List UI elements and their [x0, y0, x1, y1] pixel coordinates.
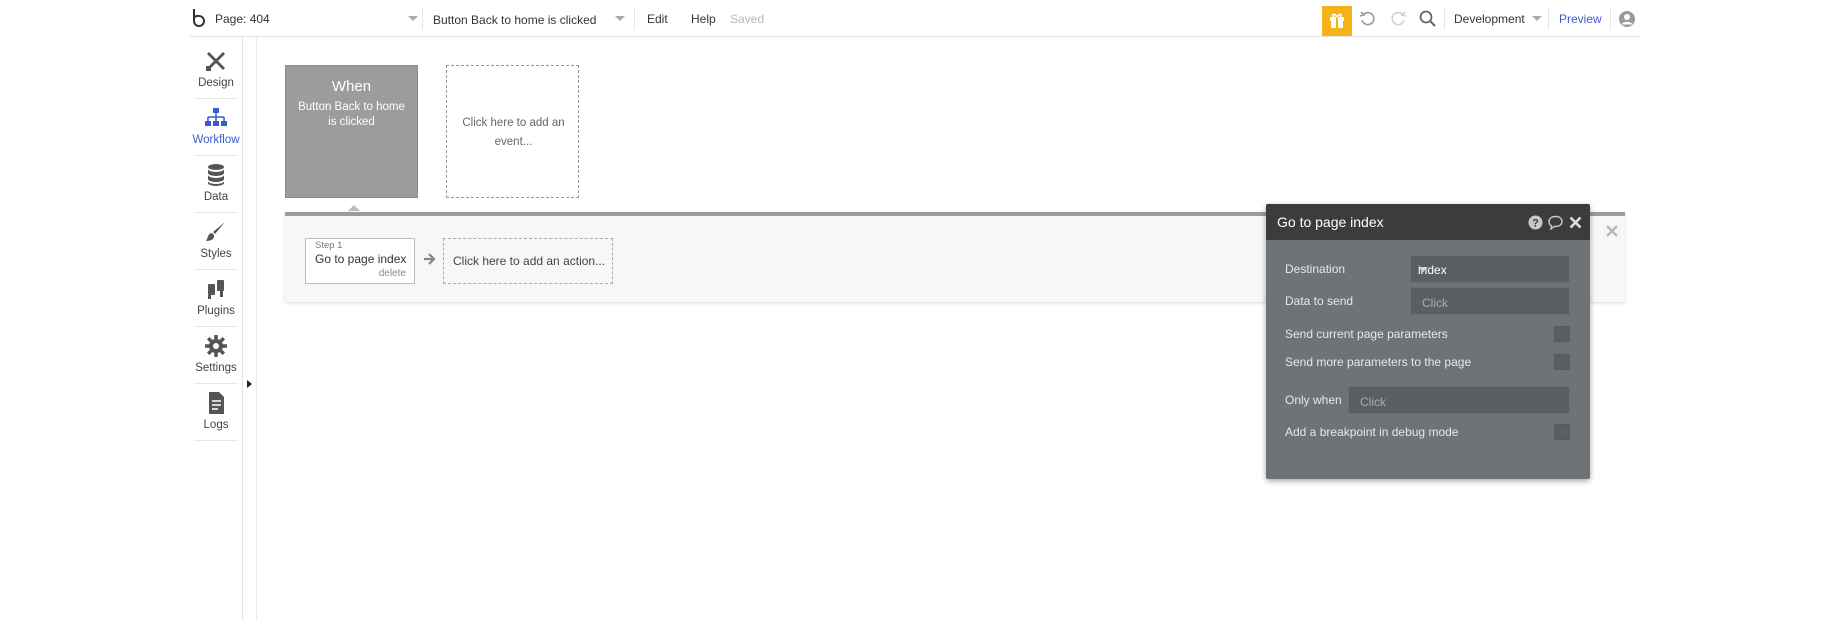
sidebar-item-settings[interactable]: Settings [190, 328, 242, 384]
topbar-divider [190, 36, 1640, 37]
divider [634, 8, 635, 30]
menu-edit[interactable]: Edit [647, 12, 668, 26]
send-more-params-label: Send more parameters to the page [1285, 355, 1472, 369]
destination-label: Destination [1285, 262, 1346, 276]
brush-icon [206, 222, 225, 241]
divider [1444, 8, 1445, 30]
close-icon[interactable] [1605, 224, 1619, 238]
plug-icon [208, 280, 224, 299]
expand-sidebar-icon[interactable] [247, 380, 252, 388]
workflow-step[interactable]: Step 1 Go to page index delete [305, 238, 415, 284]
document-icon [209, 392, 224, 414]
search-icon[interactable] [1418, 9, 1438, 29]
event-card-description: Button Back to home is clicked [298, 101, 405, 128]
sidebar-item-label: Settings [195, 362, 237, 374]
divider [1610, 8, 1611, 30]
data-to-send-input[interactable]: Click [1410, 287, 1570, 315]
sidebar-item-label: Logs [203, 419, 229, 431]
sidebar-item-logs[interactable]: Logs [190, 385, 242, 441]
top-bar: Page: 404 Button Back to home is clicked… [0, 0, 1830, 37]
only-when-placeholder: Click [1360, 395, 1386, 409]
send-more-params-checkbox[interactable] [1554, 354, 1570, 370]
event-card[interactable]: When Button Back to home is clicked [285, 65, 418, 198]
divider [194, 212, 238, 213]
comment-icon[interactable] [1548, 215, 1563, 230]
design-icon [206, 52, 225, 71]
gift-button[interactable] [1322, 6, 1352, 36]
save-status: Saved [730, 12, 765, 26]
arrow-right-icon [424, 253, 436, 265]
divider [194, 326, 238, 327]
chevron-down-icon[interactable] [1532, 16, 1542, 21]
destination-dropdown[interactable]: index [1410, 255, 1570, 283]
only-when-input[interactable]: Click [1348, 386, 1570, 414]
send-current-params-label: Send current page parameters [1285, 327, 1448, 341]
svg-text:?: ? [1532, 218, 1539, 230]
property-editor-header[interactable]: Go to page index ? [1266, 204, 1590, 240]
sidebar-item-plugins[interactable]: Plugins [190, 271, 242, 327]
property-editor: Go to page index ? Destination index Dat… [1266, 204, 1590, 479]
add-action-button[interactable]: Click here to add an action... [443, 238, 613, 284]
canvas-border [256, 37, 257, 620]
divider [1548, 8, 1549, 30]
data-to-send-label: Data to send [1285, 294, 1354, 308]
divider [194, 440, 238, 441]
redo-icon[interactable] [1388, 9, 1408, 29]
sidebar-item-label: Design [198, 77, 234, 89]
event-selector[interactable]: Button Back to home is clicked [433, 13, 596, 27]
close-icon[interactable] [1568, 215, 1583, 230]
data-to-send-placeholder: Click [1422, 296, 1448, 310]
chevron-down-icon[interactable] [408, 16, 418, 21]
send-current-params-checkbox[interactable] [1554, 326, 1570, 342]
workflow-icon [205, 108, 227, 126]
sidebar-item-label: Data [203, 191, 229, 203]
step-number: Step 1 [315, 240, 343, 251]
selected-event-pointer [348, 205, 360, 211]
user-account-icon[interactable] [1618, 10, 1636, 28]
undo-icon[interactable] [1358, 9, 1378, 29]
property-editor-title: Go to page index [1277, 214, 1384, 230]
divider [422, 8, 423, 30]
sidebar-item-design[interactable]: Design [190, 43, 242, 99]
divider [194, 383, 238, 384]
database-icon [208, 164, 224, 186]
sidebar-item-label: Workflow [192, 134, 240, 146]
add-event-button[interactable]: Click here to add an event... [446, 65, 579, 198]
sidebar-item-data[interactable]: Data [190, 157, 242, 213]
sidebar-item-label: Plugins [197, 305, 235, 317]
event-card-title: When [331, 78, 372, 95]
divider [194, 269, 238, 270]
delete-step-link[interactable]: delete [379, 268, 406, 279]
sidebar-item-label: Styles [200, 248, 232, 260]
add-action-label: Click here to add an action... [453, 254, 606, 268]
divider [194, 155, 238, 156]
sidebar-item-styles[interactable]: Styles [190, 214, 242, 270]
add-event-label: Click here to add an event... [462, 117, 565, 148]
divider [194, 98, 238, 99]
breakpoint-checkbox[interactable] [1554, 424, 1570, 440]
help-icon[interactable]: ? [1528, 215, 1543, 230]
gear-icon [205, 335, 227, 357]
preview-link[interactable]: Preview [1559, 12, 1602, 26]
page-selector[interactable]: Page: 404 [215, 12, 270, 26]
breakpoint-label: Add a breakpoint in debug mode [1285, 425, 1459, 439]
chevron-down-icon[interactable] [615, 16, 625, 21]
bubble-logo-icon[interactable] [190, 8, 208, 28]
menu-help[interactable]: Help [691, 12, 716, 26]
chevron-down-icon [1418, 267, 1428, 272]
environment-selector[interactable]: Development [1454, 12, 1525, 26]
only-when-label: Only when [1285, 393, 1342, 407]
sidebar-border [242, 37, 243, 620]
sidebar-item-workflow[interactable]: Workflow [190, 100, 242, 156]
gift-icon [1330, 13, 1344, 28]
step-name: Go to page index [315, 252, 407, 266]
